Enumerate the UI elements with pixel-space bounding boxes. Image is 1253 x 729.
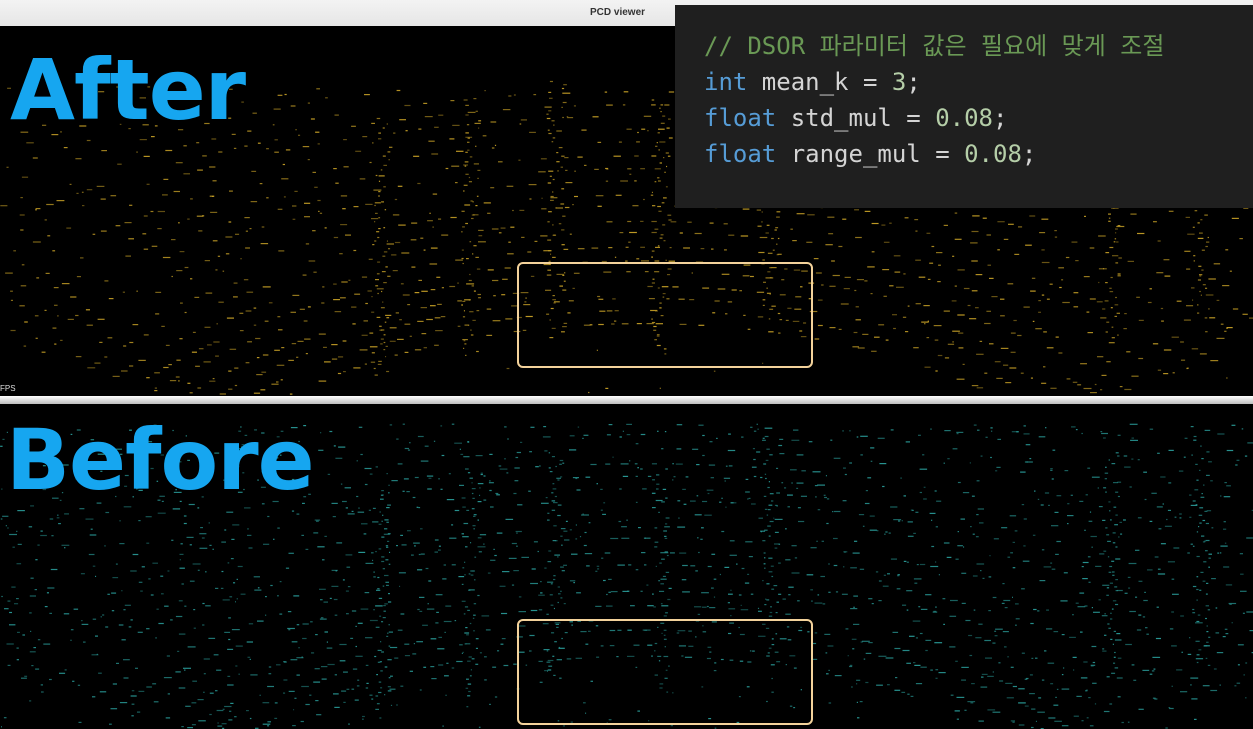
fps-counter: FPS <box>0 384 16 393</box>
window-title: PCD viewer <box>590 7 646 18</box>
before-label: Before <box>6 411 315 509</box>
code-terminator: ; <box>906 68 921 96</box>
code-declaration: mean_k = <box>747 68 892 96</box>
code-declaration: range_mul = <box>776 140 965 168</box>
code-type: float <box>704 140 777 168</box>
code-value: 0.08 <box>935 104 993 132</box>
code-type: float <box>704 104 777 132</box>
code-declaration: std_mul = <box>776 104 936 132</box>
code-terminator: ; <box>993 104 1008 132</box>
before-point-cloud-view[interactable]: Before <box>0 404 1253 729</box>
code-line-mean-k: int mean_k = 3; <box>704 70 921 94</box>
code-line-std-mul: float std_mul = 0.08; <box>704 106 1007 130</box>
code-type: int <box>704 68 748 96</box>
code-terminator: ; <box>1021 140 1037 168</box>
code-line-range-mul: float range_mul = 0.08; <box>704 142 1036 166</box>
before-highlight-box <box>517 619 813 725</box>
code-value: 0.08 <box>964 140 1022 168</box>
after-label: After <box>10 41 246 139</box>
code-snippet-panel: // DSOR 파라미터 값은 필요에 맞게 조절 int mean_k = 3… <box>675 5 1253 208</box>
code-comment: // DSOR 파라미터 값은 필요에 맞게 조절 <box>704 32 1165 60</box>
panel-separator <box>0 396 1253 404</box>
after-highlight-box <box>517 262 813 368</box>
code-value: 3 <box>891 68 907 96</box>
